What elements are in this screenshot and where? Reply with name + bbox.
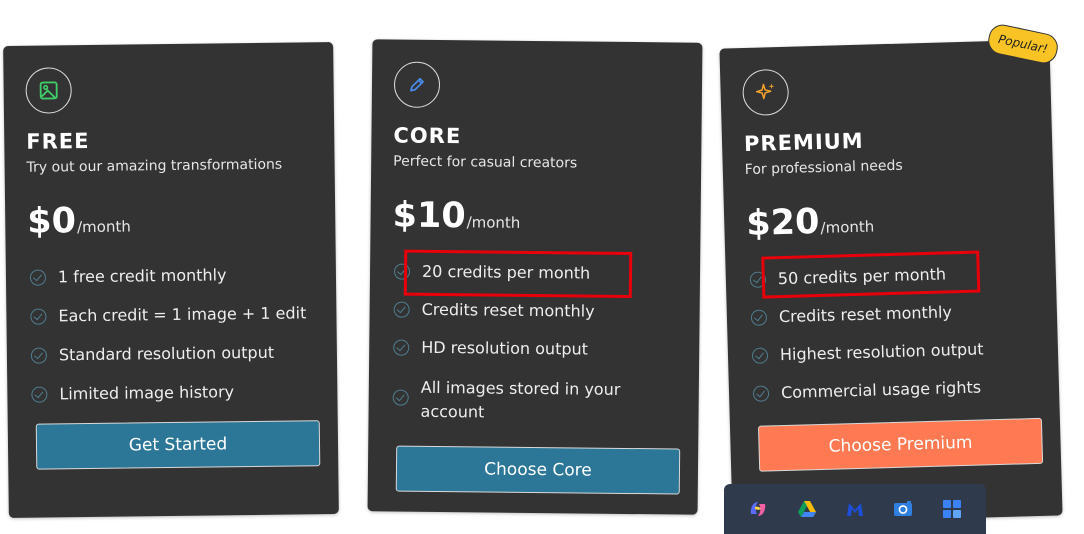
check-circle-icon: [392, 389, 409, 406]
price-amount: $0: [27, 201, 77, 242]
pencil-icon: [393, 61, 441, 108]
feature-list: 1 free credit monthly Each credit = 1 im…: [29, 262, 322, 403]
check-circle-icon: [393, 301, 410, 318]
price-period: /month: [76, 217, 131, 237]
copilot-icon[interactable]: [747, 498, 769, 520]
plan-price: $10 /month: [392, 196, 520, 237]
feature-item: Standard resolution output: [30, 340, 323, 368]
feature-label: Each credit = 1 image + 1 edit: [58, 303, 307, 326]
camera-icon[interactable]: [892, 498, 914, 520]
malwarebytes-icon[interactable]: [844, 498, 866, 520]
plan-card-core: CORE Perfect for casual creators $10 /mo…: [367, 39, 703, 515]
plan-tagline: Try out our amazing transformations: [26, 156, 283, 176]
plan-name: PREMIUM: [743, 128, 864, 157]
price-period: /month: [820, 217, 875, 237]
plan-tagline: For professional needs: [744, 157, 903, 179]
feature-item: Credits reset monthly: [393, 298, 686, 325]
plan-tagline: Perfect for casual creators: [393, 153, 578, 172]
check-circle-icon: [30, 347, 48, 364]
check-circle-icon: [31, 386, 48, 403]
feature-item: HD resolution output: [393, 336, 685, 363]
feature-label: 1 free credit monthly: [57, 265, 227, 287]
get-started-button[interactable]: Get Started: [35, 420, 321, 470]
feature-list: 50 credits per month Credits reset month…: [749, 260, 1042, 402]
feature-item: Commercial usage rights: [752, 374, 1046, 406]
feature-item: 50 credits per month: [749, 260, 1043, 292]
feature-item: All images stored in your account: [392, 376, 632, 427]
plan-name: CORE: [393, 123, 462, 149]
price-amount: $10: [392, 195, 466, 237]
plan-name: FREE: [26, 128, 90, 154]
choose-core-button[interactable]: Choose Core: [395, 445, 681, 495]
check-circle-icon: [750, 309, 768, 326]
plan-price: $20 /month: [746, 200, 875, 244]
feature-label: Credits reset monthly: [778, 302, 953, 327]
feature-item: Credits reset monthly: [750, 298, 1044, 330]
feature-label: Highest resolution output: [779, 339, 984, 365]
plan-card-premium: PREMIUM For professional needs $20 /mont…: [719, 39, 1063, 525]
feature-label: Commercial usage rights: [780, 377, 982, 403]
price-period: /month: [466, 213, 521, 232]
feature-label: Standard resolution output: [58, 342, 275, 365]
feature-label: 50 credits per month: [777, 264, 947, 289]
feature-label: All images stored in your account: [420, 377, 621, 422]
check-circle-icon: [30, 308, 47, 325]
feature-label: Credits reset monthly: [421, 299, 595, 321]
feature-label: HD resolution output: [421, 337, 589, 359]
check-circle-icon: [29, 269, 47, 286]
price-amount: $20: [745, 201, 820, 245]
image-icon: [25, 67, 72, 114]
check-circle-icon: [749, 271, 767, 288]
widgets-icon[interactable]: [941, 498, 963, 520]
feature-item: Limited image history: [31, 379, 323, 407]
check-circle-icon: [393, 263, 411, 280]
feature-label: Limited image history: [59, 382, 235, 404]
plan-card-free: FREE Try out our amazing transformations…: [3, 42, 339, 518]
feature-item: 20 credits per month: [393, 260, 686, 287]
feature-list: 20 credits per month Credits reset month…: [392, 260, 686, 421]
feature-item: 1 free credit monthly: [29, 262, 322, 290]
check-circle-icon: [393, 339, 410, 356]
choose-premium-button[interactable]: Choose Premium: [757, 417, 1044, 472]
check-circle-icon: [751, 347, 769, 364]
feature-item: Highest resolution output: [751, 336, 1045, 368]
taskbar: [724, 484, 986, 534]
check-circle-icon: [752, 385, 770, 402]
google-drive-icon[interactable]: [796, 498, 818, 520]
feature-label: 20 credits per month: [421, 261, 591, 283]
feature-item: Each credit = 1 image + 1 edit: [30, 301, 322, 329]
plan-price: $0 /month: [27, 200, 131, 242]
sparkles-icon: [742, 68, 790, 117]
